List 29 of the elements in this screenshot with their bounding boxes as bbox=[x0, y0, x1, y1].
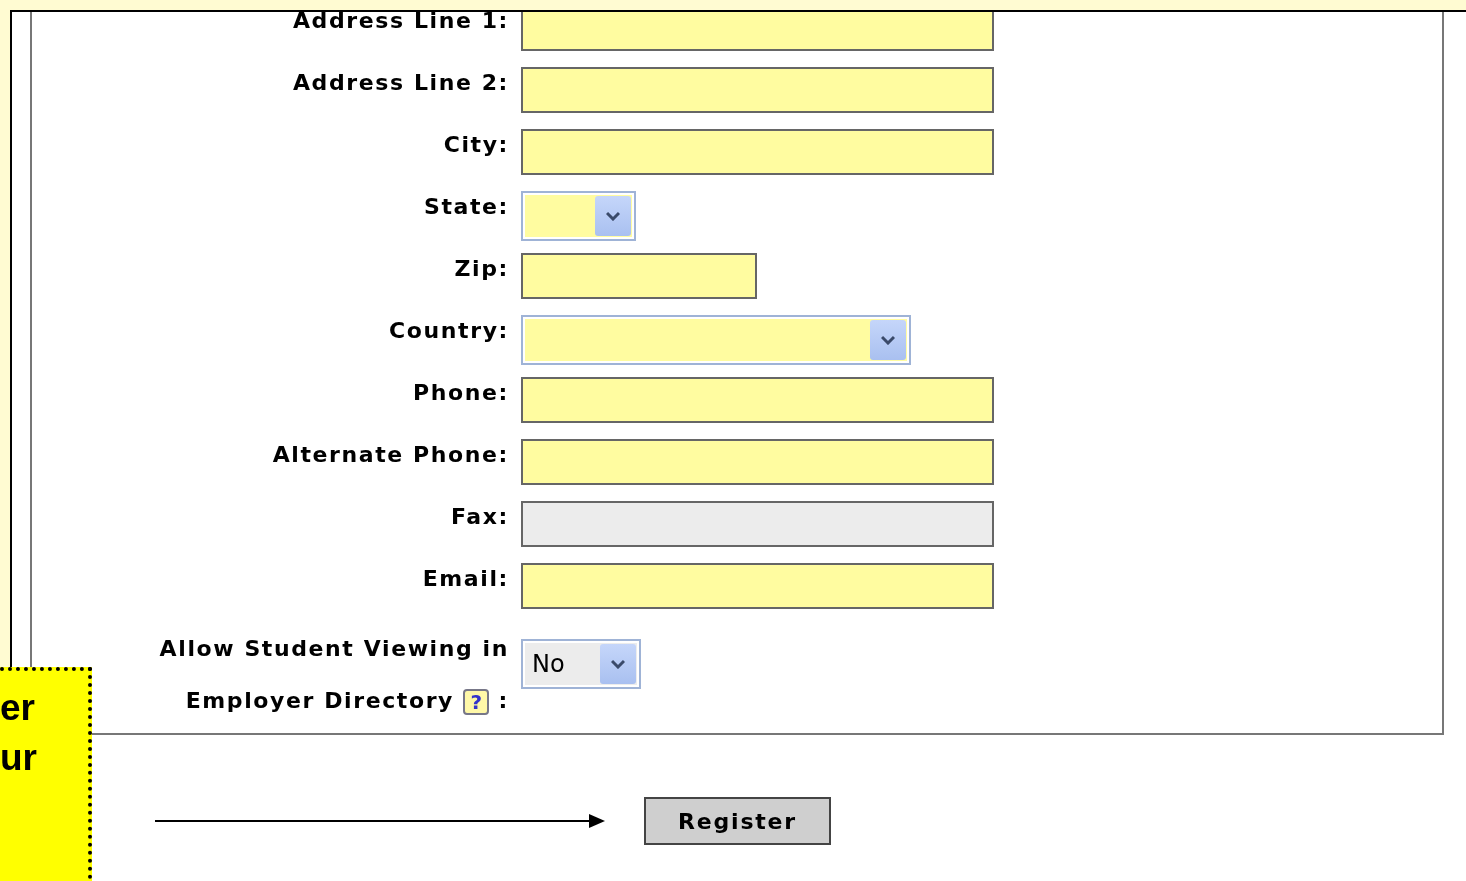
chevron-down-icon[interactable] bbox=[870, 320, 906, 360]
register-button[interactable]: Register bbox=[644, 797, 831, 845]
field-label: City: bbox=[443, 132, 509, 157]
input-field[interactable] bbox=[521, 563, 994, 609]
input-field[interactable] bbox=[521, 12, 994, 51]
field-label: Email: bbox=[422, 566, 509, 591]
chevron-down-icon[interactable] bbox=[600, 644, 636, 684]
chevron-down-icon[interactable] bbox=[595, 196, 631, 236]
input-field[interactable] bbox=[521, 253, 757, 299]
help-icon[interactable]: ? bbox=[463, 689, 490, 715]
field-label: Address Line 2: bbox=[292, 70, 509, 95]
input-field[interactable] bbox=[521, 501, 994, 547]
input-field[interactable] bbox=[521, 67, 994, 113]
field-label: Country: bbox=[389, 318, 509, 343]
field-label: Alternate Phone: bbox=[272, 442, 509, 467]
label-colon: : bbox=[498, 688, 509, 713]
field-label: Fax: bbox=[451, 504, 509, 529]
field-label: Address Line 1: bbox=[292, 12, 509, 33]
input-field[interactable] bbox=[521, 129, 994, 175]
dropdown[interactable]: No bbox=[521, 639, 641, 689]
field-label: Employer Directory bbox=[185, 688, 455, 713]
field-label: Zip: bbox=[454, 256, 509, 281]
callout-text: ur bbox=[0, 737, 37, 778]
field-label: State: bbox=[423, 194, 509, 219]
input-field[interactable] bbox=[521, 439, 994, 485]
callout-text: er bbox=[0, 687, 35, 728]
input-field[interactable] bbox=[521, 377, 994, 423]
field-label: Allow Student Viewing in bbox=[159, 636, 509, 661]
field-label: Phone: bbox=[413, 380, 509, 405]
